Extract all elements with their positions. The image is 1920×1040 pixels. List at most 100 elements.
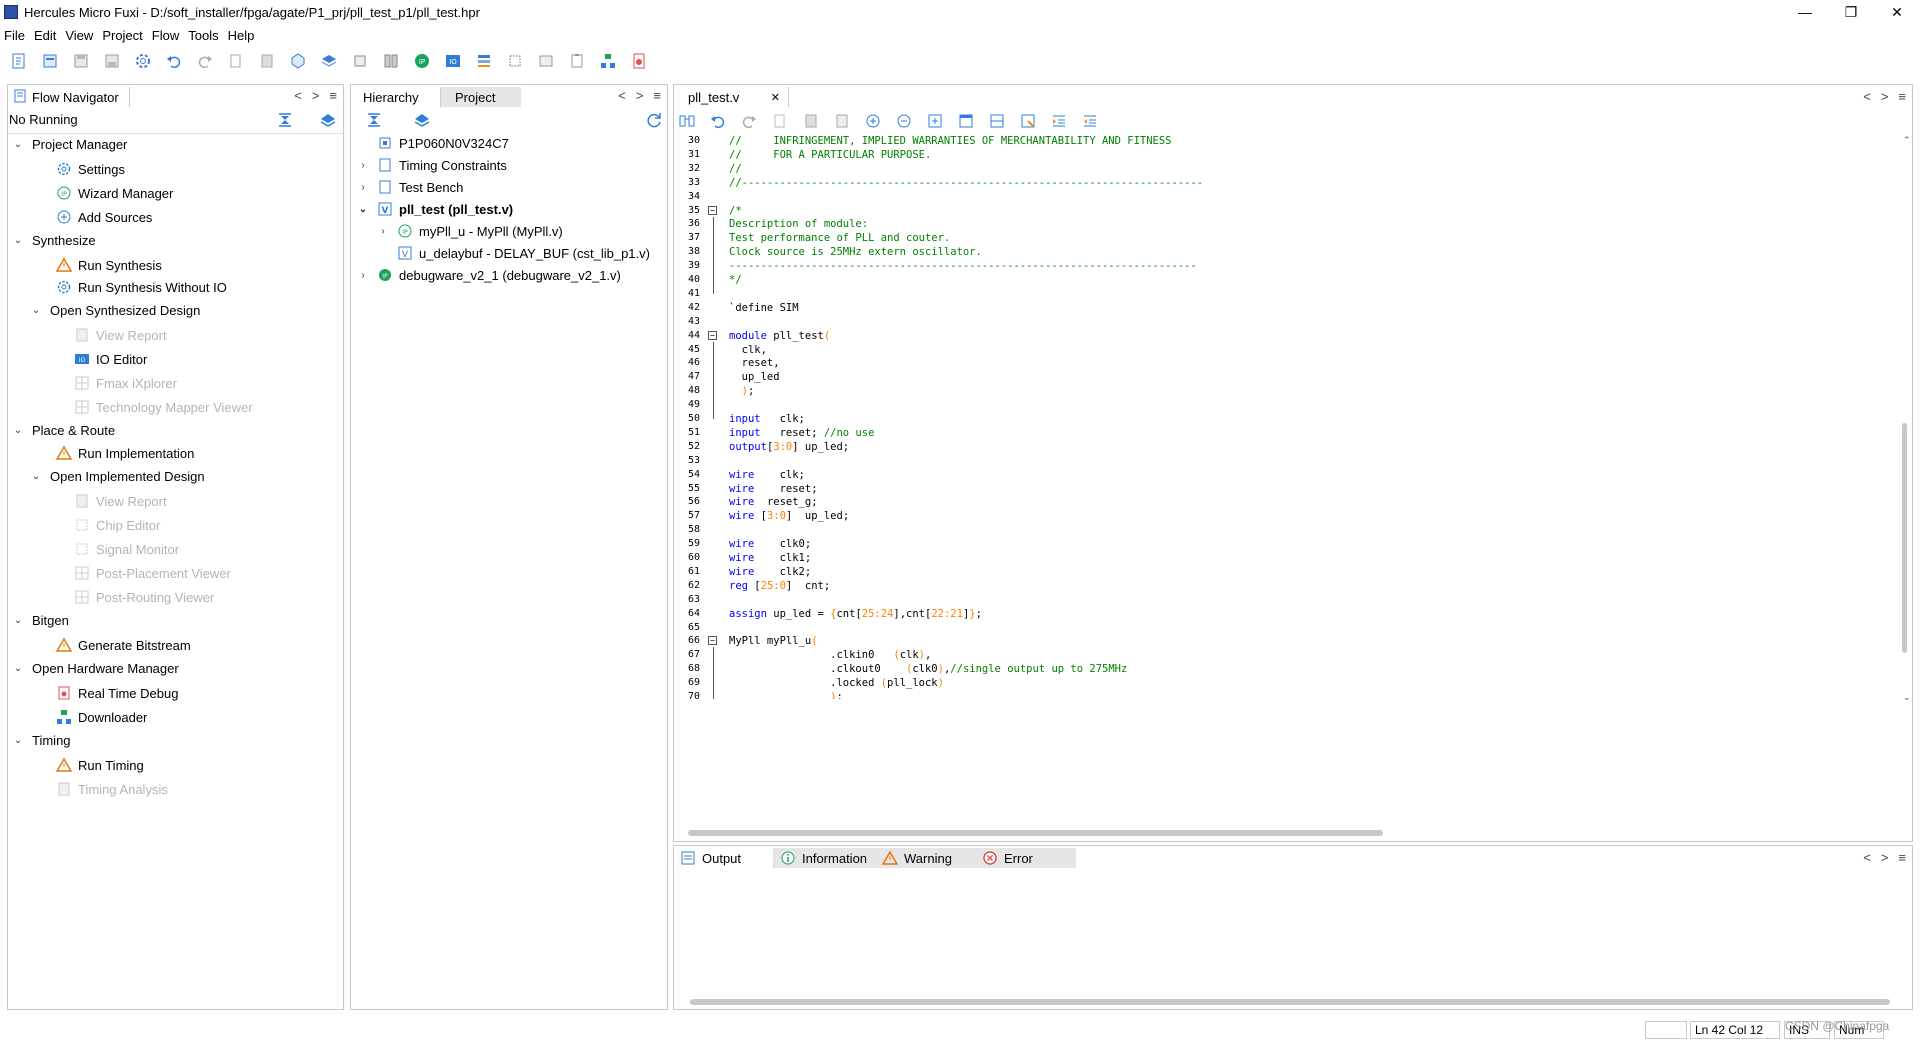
chevron-down-icon[interactable]: ⌄ bbox=[12, 615, 24, 626]
menu-tools[interactable]: Tools bbox=[188, 28, 218, 43]
hier-item-device[interactable]: P1P060N0V324C7 bbox=[377, 135, 509, 151]
menu-edit[interactable]: Edit bbox=[34, 28, 56, 43]
format-icon[interactable] bbox=[1019, 112, 1037, 133]
output-prev-icon[interactable]: < bbox=[1863, 850, 1871, 865]
menu-flow[interactable]: Flow bbox=[152, 28, 179, 43]
nav-next-icon[interactable]: > bbox=[312, 88, 320, 103]
minimize-button[interactable]: — bbox=[1782, 0, 1828, 24]
chevron-down-icon[interactable]: ⌄ bbox=[12, 235, 24, 246]
hier-item-delaybuf[interactable]: V u_delaybuf - DELAY_BUF (cst_lib_p1.v) bbox=[397, 245, 650, 261]
hier-item-debugware[interactable]: › IP debugware_v2_1 (debugware_v2_1.v) bbox=[357, 267, 621, 283]
close-tab-icon[interactable]: ✕ bbox=[771, 91, 780, 104]
chevron-down-icon[interactable]: ⌄ bbox=[12, 663, 24, 674]
chevron-down-icon[interactable]: ⌄ bbox=[357, 204, 369, 215]
ip-icon[interactable]: IP bbox=[411, 50, 433, 72]
editor-cut-icon[interactable] bbox=[771, 112, 789, 133]
flow-item-project-manager[interactable]: ⌄ Project Manager bbox=[12, 137, 128, 152]
flow-item-add-sources[interactable]: Add Sources bbox=[56, 209, 152, 225]
editor-paste-icon[interactable] bbox=[833, 112, 851, 133]
editor-vertical-scrollbar[interactable]: ⌃ ⌄ bbox=[1898, 133, 1912, 703]
flow-item-downloader[interactable]: Downloader bbox=[56, 709, 147, 725]
editor-scroll-thumb[interactable] bbox=[1902, 423, 1907, 653]
hier-menu-icon[interactable]: ≡ bbox=[653, 88, 661, 103]
grid-chip-icon[interactable] bbox=[504, 50, 526, 72]
collapse-block-icon[interactable] bbox=[957, 112, 975, 133]
hier-collapse-icon[interactable] bbox=[365, 111, 383, 132]
outdent-icon[interactable] bbox=[1081, 112, 1099, 133]
flow-item-place-route[interactable]: ⌄ Place & Route bbox=[12, 423, 115, 438]
network-icon[interactable] bbox=[597, 50, 619, 72]
tab-information[interactable]: Information bbox=[774, 848, 876, 868]
flow-item-open-implemented-design[interactable]: ⌄ Open Implemented Design bbox=[30, 469, 205, 484]
editor-undo-icon[interactable] bbox=[709, 112, 727, 133]
refresh-icon[interactable] bbox=[645, 111, 663, 132]
flow-item-wizard-manager[interactable]: IP Wizard Manager bbox=[56, 185, 173, 201]
flow-item-real-time-debug[interactable]: Real Time Debug bbox=[56, 685, 178, 701]
settings-gear-icon[interactable] bbox=[132, 50, 154, 72]
hier-item-test-bench[interactable]: › Test Bench bbox=[357, 179, 463, 195]
find-icon[interactable] bbox=[678, 112, 696, 133]
editor-redo-icon[interactable] bbox=[740, 112, 758, 133]
indent-icon[interactable] bbox=[1050, 112, 1068, 133]
paste-icon[interactable] bbox=[256, 50, 278, 72]
chip-icon[interactable] bbox=[349, 50, 371, 72]
chevron-down-icon[interactable]: ⌄ bbox=[12, 735, 24, 746]
flow-item-settings[interactable]: Settings bbox=[56, 161, 125, 177]
tab-error[interactable]: Error bbox=[976, 848, 1076, 868]
nav-prev-icon[interactable]: < bbox=[294, 88, 302, 103]
chevron-right-icon[interactable]: › bbox=[357, 182, 369, 193]
flow-item-open-hardware-manager[interactable]: ⌄ Open Hardware Manager bbox=[12, 661, 179, 676]
flow-item-open-synthesized-design[interactable]: ⌄ Open Synthesized Design bbox=[30, 303, 201, 318]
hier-item-pll-test[interactable]: ⌄ V pll_test (pll_test.v) bbox=[357, 201, 513, 217]
editor-horizontal-scrollbar[interactable] bbox=[674, 827, 1898, 839]
menu-project[interactable]: Project bbox=[102, 28, 142, 43]
chevron-right-icon[interactable]: › bbox=[357, 160, 369, 171]
new-file-icon[interactable] bbox=[8, 50, 30, 72]
editor-prev-icon[interactable]: < bbox=[1863, 89, 1871, 104]
hier-prev-icon[interactable]: < bbox=[618, 88, 626, 103]
tab-hierarchy[interactable]: Hierarchy bbox=[351, 87, 441, 107]
panel-menu-icon[interactable]: ≡ bbox=[329, 88, 337, 103]
flow-item-timing[interactable]: ⌄ Timing bbox=[12, 733, 71, 748]
layers-icon[interactable] bbox=[318, 50, 340, 72]
save-icon[interactable] bbox=[70, 50, 92, 72]
flow-item-run-implementation[interactable]: Run Implementation bbox=[56, 445, 194, 461]
synthesis-icon[interactable] bbox=[287, 50, 309, 72]
tab-pll-test-v[interactable]: pll_test.v ✕ bbox=[674, 87, 789, 107]
chevron-down-icon[interactable]: ⌄ bbox=[12, 425, 24, 436]
flow-item-run-synthesis-without-io[interactable]: Run Synthesis Without IO bbox=[56, 279, 227, 295]
flow-item-run-timing[interactable]: Run Timing bbox=[56, 757, 144, 773]
output-hscroll-thumb[interactable] bbox=[690, 999, 1890, 1005]
chevron-down-icon[interactable]: ⌄ bbox=[30, 471, 42, 482]
io-icon[interactable]: IO bbox=[442, 50, 464, 72]
fold-toggle-icon[interactable]: − bbox=[708, 205, 717, 215]
close-window-button[interactable]: ✕ bbox=[1874, 0, 1920, 24]
viewer-icon[interactable] bbox=[535, 50, 557, 72]
tab-warning[interactable]: Warning bbox=[876, 848, 976, 868]
expand-all-icon[interactable] bbox=[319, 111, 337, 132]
copy-icon[interactable] bbox=[225, 50, 247, 72]
chevron-down-icon[interactable]: ⌄ bbox=[12, 139, 24, 150]
chevron-down-icon[interactable]: ⌄ bbox=[30, 305, 42, 316]
menu-file[interactable]: File bbox=[4, 28, 25, 43]
output-horizontal-scrollbar[interactable] bbox=[674, 996, 1912, 1008]
redo-icon[interactable] bbox=[194, 50, 216, 72]
clipboard-icon[interactable] bbox=[566, 50, 588, 72]
flow-item-generate-bitstream[interactable]: Generate Bitstream bbox=[56, 637, 191, 653]
collapse-all-icon[interactable] bbox=[276, 111, 294, 132]
hier-item-timing-constraints[interactable]: › Timing Constraints bbox=[357, 157, 507, 173]
output-menu-icon[interactable]: ≡ bbox=[1898, 850, 1906, 865]
expand-block-icon[interactable] bbox=[926, 112, 944, 133]
output-next-icon[interactable]: > bbox=[1881, 850, 1889, 865]
flow-item-bitgen[interactable]: ⌄ Bitgen bbox=[12, 613, 69, 628]
zoom-in-icon[interactable] bbox=[864, 112, 882, 133]
editor-menu-icon[interactable]: ≡ bbox=[1898, 89, 1906, 104]
chevron-right-icon[interactable]: › bbox=[377, 226, 389, 237]
bitstream-icon[interactable] bbox=[628, 50, 650, 72]
book-icon[interactable] bbox=[380, 50, 402, 72]
fold-toggle-icon[interactable]: − bbox=[708, 330, 717, 340]
flow-item-synthesize[interactable]: ⌄ Synthesize bbox=[12, 233, 96, 248]
flow-item-io-editor[interactable]: IO IO Editor bbox=[74, 351, 147, 367]
tab-output[interactable]: Output bbox=[674, 848, 774, 868]
code-area[interactable]: 30 // INFRINGEMENT, IMPLIED WARRANTIES OF… bbox=[674, 133, 1674, 699]
